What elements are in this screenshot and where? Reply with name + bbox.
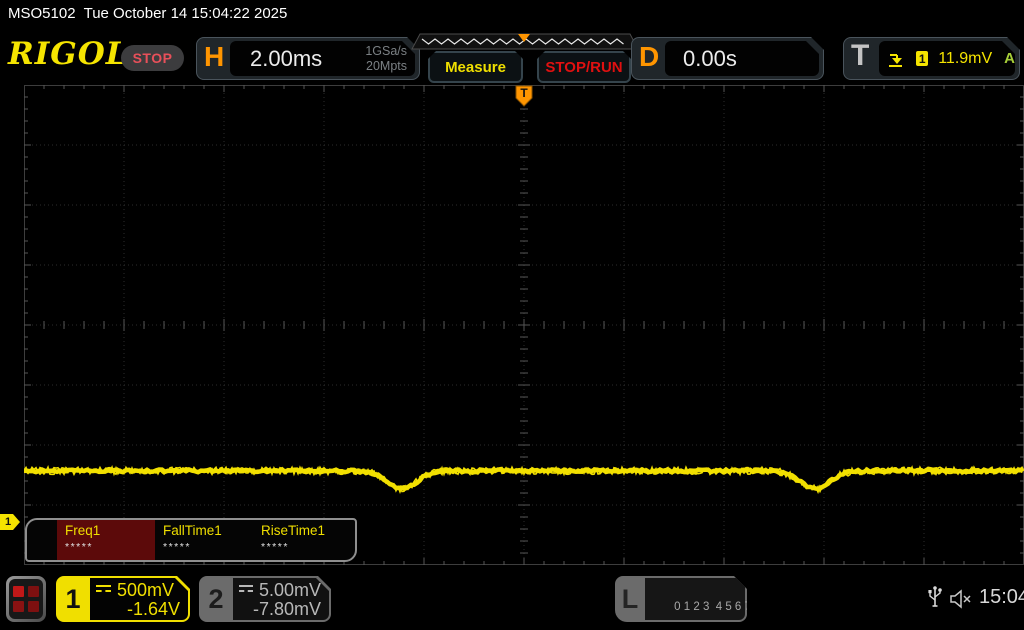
scope-graticule: T: [24, 85, 1024, 565]
channel1-offset: -1.64V: [126, 599, 180, 619]
speaker-muted-icon: [950, 589, 971, 609]
measurement-panel: Freq1 ***** FallTime1 ***** RiseTime1 **…: [25, 518, 357, 562]
sample-rate-memdepth: 1GSa/s 20Mpts: [365, 44, 407, 73]
measurement-freq1[interactable]: Freq1 *****: [57, 520, 155, 560]
dc-coupling-icon: [239, 585, 253, 596]
measurement-value: *****: [65, 541, 93, 553]
acquisition-status-badge: STOP: [121, 45, 184, 71]
measurement-falltime1[interactable]: FallTime1 *****: [155, 520, 253, 560]
timebase-value: 2.00ms: [250, 45, 323, 71]
channel2-scale: 5.00mV: [258, 580, 321, 600]
trigger-label: T: [851, 39, 870, 72]
channel2-offset: -7.80mV: [252, 599, 321, 619]
usb-icon: [928, 586, 942, 607]
measurement-value: *****: [163, 541, 191, 553]
model-and-datetime: MSO5102 Tue October 14 15:04:22 2025: [8, 5, 288, 22]
channel2-status-block[interactable]: 2 5.00mV -7.80mV: [199, 576, 331, 622]
sample-rate: 1GSa/s: [365, 44, 407, 59]
trigger-marker-letter: T: [520, 86, 528, 100]
memory-depth: 20Mpts: [366, 58, 407, 73]
rigol-logo: RIGOL: [8, 36, 129, 72]
dc-coupling-icon: [96, 585, 111, 596]
falling-edge-icon: [887, 50, 902, 68]
memory-position-bar: [411, 33, 639, 50]
logic-analyzer-block[interactable]: L 0 1 2 3 4 5 6 7 8 9 1011 12131415: [615, 576, 747, 622]
oscilloscope-screen: MSO5102 Tue October 14 15:04:22 2025 RIG…: [0, 0, 1024, 630]
channel1-scale: 500mV: [117, 580, 175, 600]
channel1-ground-marker[interactable]: 1: [0, 514, 20, 530]
channel-menu-button[interactable]: [6, 576, 46, 622]
channel1-status-block[interactable]: 1 500mV -1.64V: [56, 576, 190, 622]
logic-analyzer-label: L: [621, 583, 639, 614]
horizontal-settings-block[interactable]: H 2.00ms 1GSa/s 20Mpts: [196, 37, 420, 80]
status-clock: 15:04: [979, 586, 1024, 608]
measurement-label: Freq1: [65, 523, 101, 538]
logic-channel-list: 0 1 2 3 4 5 6 7 8 9 1011 12131415: [645, 578, 745, 620]
trigger-level-value: 11.9mV: [938, 49, 993, 67]
delay-settings-block[interactable]: D 0.00s: [631, 37, 824, 80]
measurement-value: *****: [261, 541, 289, 553]
horizontal-label: H: [204, 41, 225, 72]
four-squares-icon: [9, 579, 43, 619]
measurement-label: RiseTime1: [261, 523, 326, 538]
channel1-number: 1: [65, 583, 81, 614]
trigger-source-badge: 1: [916, 51, 928, 66]
channel2-number: 2: [208, 583, 224, 614]
measurement-risetime1[interactable]: RiseTime1 *****: [253, 520, 351, 560]
stop-run-button[interactable]: STOP/RUN: [537, 51, 631, 83]
logic-channels-row1: 0 1 2 3 4 5 6 7: [674, 601, 751, 613]
trigger-mode: A: [1004, 50, 1015, 67]
trigger-settings-block[interactable]: T 1 11.9mV A: [843, 37, 1020, 80]
measure-button[interactable]: Measure: [428, 51, 523, 83]
measurement-label: FallTime1: [163, 523, 222, 538]
delay-label: D: [639, 41, 660, 72]
delay-value: 0.00s: [683, 45, 737, 71]
